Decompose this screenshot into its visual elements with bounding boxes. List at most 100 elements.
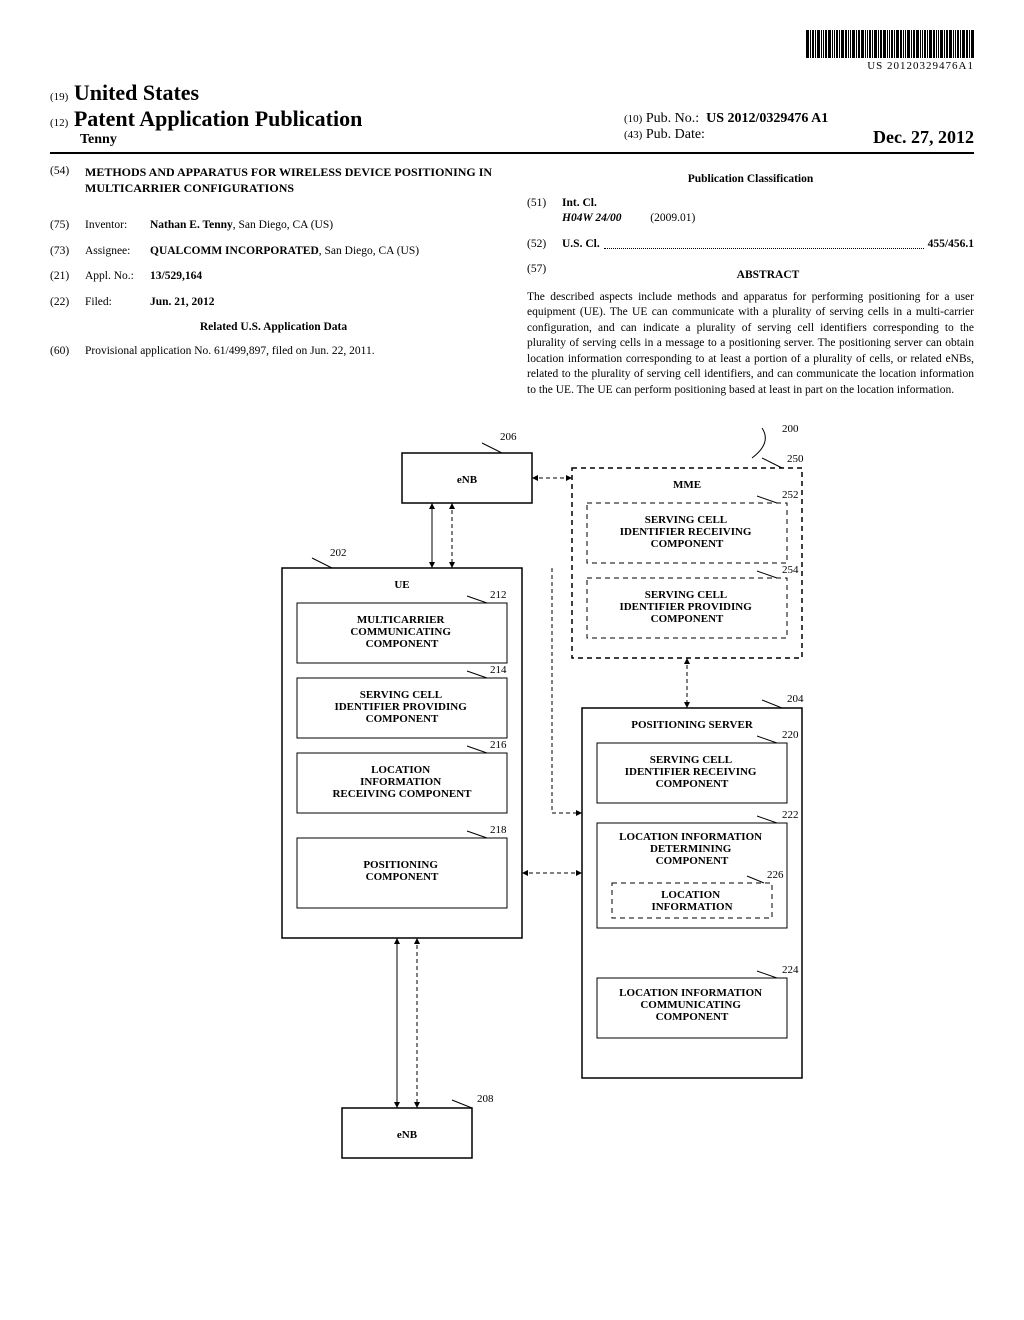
country: United States	[74, 80, 199, 105]
loc-comm-2: COMMUNICATING	[640, 999, 741, 1011]
invention-title: METHODS AND APPARATUS FOR WIRELESS DEVIC…	[85, 164, 497, 196]
loc-det-1: LOCATION INFORMATION	[619, 831, 762, 843]
intcl-label: Int. Cl.	[562, 197, 597, 209]
loc-recv-1: LOCATION	[371, 764, 430, 776]
country-code: (19)	[50, 91, 68, 103]
multicarrier-3: COMPONENT	[366, 638, 439, 650]
svg-text:SERVING CELL IDENTIFIER RE: SERVING CELL IDENTIFIER RECEIVING COMPON…	[620, 514, 754, 550]
pos-comp-1: POSITIONING	[363, 859, 438, 871]
ue-sci-prov-2: IDENTIFIER PROVIDING	[334, 701, 467, 713]
loc-recv-2: INFORMATION	[360, 776, 441, 788]
abstract-text: The described aspects include methods an…	[527, 290, 974, 399]
intcl-code: (51)	[527, 196, 562, 227]
pos-comp-2: COMPONENT	[366, 871, 439, 883]
mme-sci-prov-1: SERVING CELL	[645, 589, 727, 601]
pubno: US 2012/0329476 A1	[706, 111, 828, 126]
loc-info-2: INFORMATION	[651, 901, 732, 913]
doc-type: Patent Application Publication	[74, 106, 362, 131]
mme-sci-recv-3: COMPONENT	[651, 538, 724, 550]
enb-top-label: eNB	[457, 474, 478, 486]
ps-sci-recv-2: IDENTIFIER RECEIVING	[625, 766, 757, 778]
prov-code: (60)	[50, 344, 85, 360]
uscl-val: 455/456.1	[928, 237, 974, 253]
assignee-name: QUALCOMM INCORPORATED	[150, 245, 319, 257]
ref-212: 212	[490, 589, 507, 601]
svg-text:MULTICARRIER COMMUNICATING: MULTICARRIER COMMUNICATING COMPONENT	[350, 614, 453, 650]
bibliographic-columns: (54) METHODS AND APPARATUS FOR WIRELESS …	[50, 164, 974, 398]
figure-1: 200 eNB 206 MME 250 SERVING CELL IDENTIF…	[50, 418, 974, 1178]
ue-label: UE	[394, 579, 409, 591]
filed-date: Jun. 21, 2012	[150, 296, 215, 308]
prov-text: Provisional application No. 61/499,897, …	[85, 344, 497, 360]
pubdate-label: Pub. Date:	[646, 127, 705, 142]
pos-server-label: POSITIONING SERVER	[631, 719, 754, 731]
ref-250: 250	[787, 453, 804, 465]
barcode-icon	[806, 30, 974, 58]
svg-text:SERVING CELL IDENTIFIER RE: SERVING CELL IDENTIFIER RECEIVING COMPON…	[625, 754, 759, 790]
uscl-label: U.S. Cl.	[562, 237, 600, 253]
mme-sci-prov-3: COMPONENT	[651, 613, 724, 625]
doc-code: (12)	[50, 117, 68, 129]
filed-label: Filed:	[85, 295, 150, 311]
ps-sci-recv-1: SERVING CELL	[650, 754, 732, 766]
loc-recv-3: RECEIVING COMPONENT	[332, 788, 472, 800]
svg-text:LOCATION INFORMATION R: LOCATION INFORMATION RECEIVING COMPONENT	[332, 764, 472, 800]
assignee-label: Assignee:	[85, 244, 150, 260]
multicarrier-1: MULTICARRIER	[357, 614, 446, 626]
mme-sci-recv-2: IDENTIFIER RECEIVING	[620, 526, 752, 538]
uscl-code: (52)	[527, 237, 562, 253]
loc-comm-3: COMPONENT	[656, 1011, 729, 1023]
classification-head: Publication Classification	[527, 172, 974, 188]
svg-text:POSITIONING COMPONENT: POSITIONING COMPONENT	[363, 859, 440, 883]
svg-text:LOCATION INFORMATION: LOCATION INFORMATION	[651, 889, 732, 913]
applno: 13/529,164	[150, 270, 202, 282]
inventor-loc: , San Diego, CA (US)	[233, 219, 333, 231]
ref-254: 254	[782, 564, 799, 576]
mme-sci-prov-2: IDENTIFIER PROVIDING	[619, 601, 752, 613]
mme-sci-recv-1: SERVING CELL	[645, 514, 727, 526]
enb-bottom-label: eNB	[397, 1129, 418, 1141]
pubno-code: (10)	[624, 113, 642, 125]
ue-sci-prov-3: COMPONENT	[366, 713, 439, 725]
multicarrier-2: COMMUNICATING	[350, 626, 451, 638]
ref-222: 222	[782, 809, 799, 821]
inventor-name: Nathan E. Tenny	[150, 219, 233, 231]
applno-code: (21)	[50, 269, 85, 285]
author: Tenny	[80, 132, 362, 148]
svg-text:SERVING CELL IDENTIFIER PR: SERVING CELL IDENTIFIER PROVIDING COMPON…	[334, 689, 469, 725]
ref-200: 200	[782, 423, 799, 435]
intcl-val: H04W 24/00	[562, 212, 622, 224]
barcode-area: US 20120329476A1	[50, 30, 974, 72]
ps-sci-recv-3: COMPONENT	[656, 778, 729, 790]
title-code: (54)	[50, 164, 85, 208]
svg-text:LOCATION INFORMATION DETER: LOCATION INFORMATION DETERMINING COMPONE…	[619, 831, 765, 867]
assignee-code: (73)	[50, 244, 85, 260]
abstract-label: ABSTRACT	[562, 268, 974, 284]
document-header: (19) United States (12) Patent Applicati…	[50, 80, 974, 148]
loc-comm-1: LOCATION INFORMATION	[619, 987, 762, 999]
abstract-code: (57)	[527, 262, 562, 290]
assignee-loc: , San Diego, CA (US)	[319, 245, 419, 257]
ref-208: 208	[477, 1093, 494, 1105]
loc-det-2: DETERMINING	[650, 843, 732, 855]
ref-206: 206	[500, 431, 517, 443]
ref-216: 216	[490, 739, 507, 751]
ref-204: 204	[787, 693, 804, 705]
loc-det-3: COMPONENT	[656, 855, 729, 867]
pubno-label: Pub. No.:	[646, 111, 699, 126]
pubdate: Dec. 27, 2012	[873, 127, 974, 148]
ref-202: 202	[330, 547, 347, 559]
filed-code: (22)	[50, 295, 85, 311]
related-head: Related U.S. Application Data	[50, 320, 497, 336]
ref-220: 220	[782, 729, 799, 741]
ref-252: 252	[782, 489, 799, 501]
barcode-text: US 20120329476A1	[867, 60, 974, 72]
ref-214: 214	[490, 664, 507, 676]
intcl-year: (2009.01)	[650, 212, 695, 224]
inventor-label: Inventor:	[85, 218, 150, 234]
svg-text:SERVING CELL IDENTIFIER PR: SERVING CELL IDENTIFIER PROVIDING COMPON…	[619, 589, 754, 625]
ref-224: 224	[782, 964, 799, 976]
loc-info-1: LOCATION	[661, 889, 720, 901]
applno-label: Appl. No.:	[85, 269, 150, 285]
mme-label: MME	[673, 479, 701, 491]
